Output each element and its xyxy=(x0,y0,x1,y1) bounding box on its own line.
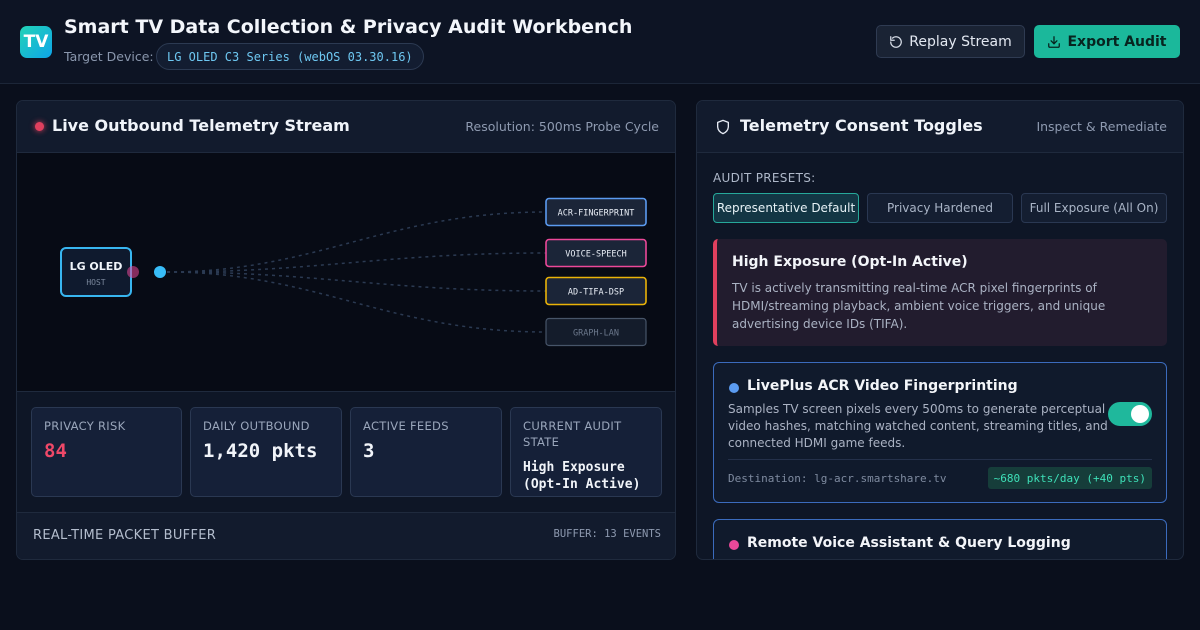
feed-node[interactable]: GRAPH-LAN xyxy=(545,317,647,347)
acr-toggle-switch[interactable] xyxy=(1108,402,1152,426)
host-node[interactable]: LG OLED HOST xyxy=(60,247,132,297)
packet-buffer-title: REAL-TIME PACKET BUFFER xyxy=(33,528,217,543)
alert-title: High Exposure (Opt-In Active) xyxy=(732,254,968,270)
stat-daily-outbound: DAILY OUTBOUND 1,420 pkts xyxy=(190,407,342,497)
toggle-divider xyxy=(728,459,1152,460)
audit-state-value: High Exposure (Opt-In Active) xyxy=(523,460,641,492)
toggle-card-voice: Remote Voice Assistant & Query Logging xyxy=(713,519,1167,559)
preset-representative-default[interactable]: Representative Default xyxy=(713,193,859,223)
toggle-title: Remote Voice Assistant & Query Logging xyxy=(747,535,1071,551)
stat-active-feeds: ACTIVE FEEDS 3 xyxy=(350,407,502,497)
host-node-label: LG OLED xyxy=(70,260,123,273)
target-device-label: Target Device: xyxy=(64,49,154,64)
feed-nodes: ACR-FINGERPRINT VOICE-SPEECH AD-TIFA-DSP GR… xyxy=(545,197,647,347)
flow-link xyxy=(166,211,547,273)
toggle-card-acr: LivePlus ACR Video Fingerprinting Sample… xyxy=(713,362,1167,503)
feed-node[interactable]: VOICE-SPEECH xyxy=(545,238,647,268)
preset-full-exposure[interactable]: Full Exposure (All On) xyxy=(1021,193,1167,223)
voice-status-dot xyxy=(729,540,739,550)
app-title: Smart TV Data Collection & Privacy Audit… xyxy=(64,16,633,38)
feed-node-label: GRAPH-LAN xyxy=(573,329,619,339)
export-audit-label: Export Audit xyxy=(1067,33,1167,50)
stat-audit-state: CURRENT AUDIT STATE High Exposure (Opt-I… xyxy=(510,407,662,497)
download-icon xyxy=(1048,35,1061,48)
consent-panel-title: Telemetry Consent Toggles xyxy=(740,116,983,135)
flow-graph-svg: LG OLED HOST ACR-FINGERPRINT VOICE-SPEECH… xyxy=(60,197,647,347)
flow-links xyxy=(166,211,547,333)
replay-icon xyxy=(890,35,903,48)
live-indicator-dot xyxy=(35,122,44,131)
stream-panel-header: Live Outbound Telemetry Stream Resolutio… xyxy=(17,101,675,153)
replay-stream-label: Replay Stream xyxy=(909,33,1012,50)
toggle-destination: Destination: lg-acr.smartshare.tv xyxy=(728,472,947,485)
replay-stream-button[interactable]: Replay Stream xyxy=(876,25,1025,58)
consent-panel-meta: Inspect & Remediate xyxy=(1036,119,1167,134)
flow-link xyxy=(166,271,547,333)
consent-toggles-panel: Telemetry Consent Toggles Inspect & Reme… xyxy=(696,100,1184,560)
stat-privacy-risk: PRIVACY RISK 84 xyxy=(31,407,182,497)
shield-icon xyxy=(717,119,729,135)
feed-node[interactable]: AD-TIFA-DSP xyxy=(545,276,647,306)
stat-label: ACTIVE FEEDS xyxy=(363,419,449,433)
stat-label: CURRENT AUDIT STATE xyxy=(523,419,622,449)
export-audit-button[interactable]: Export Audit xyxy=(1034,25,1180,58)
active-feeds-value: 3 xyxy=(363,440,375,462)
target-device-chip[interactable]: LG OLED C3 Series (webOS 03.30.16) xyxy=(156,43,424,70)
packet-buffer-header: REAL-TIME PACKET BUFFER BUFFER: 13 EVENT… xyxy=(17,512,675,559)
toggle-title: LivePlus ACR Video Fingerprinting xyxy=(747,378,1018,394)
consent-panel-header: Telemetry Consent Toggles Inspect & Reme… xyxy=(697,101,1183,153)
stat-label: DAILY OUTBOUND xyxy=(203,419,310,433)
pulse-blue xyxy=(154,266,166,278)
alert-text: TV is actively transmitting real-time AC… xyxy=(732,281,1106,331)
stream-panel-title: Live Outbound Telemetry Stream xyxy=(52,116,350,135)
app-logo: TV xyxy=(20,26,52,58)
toggle-knob xyxy=(1131,405,1149,423)
probe-resolution: Resolution: 500ms Probe Cycle xyxy=(465,119,659,134)
toggle-rate-pill: ~680 pkts/day (+40 pts) xyxy=(987,467,1152,489)
telemetry-stream-panel: Live Outbound Telemetry Stream Resolutio… xyxy=(16,100,676,560)
audit-presets-label: AUDIT PRESETS: xyxy=(713,171,816,185)
top-bar: TV Smart TV Data Collection & Privacy Au… xyxy=(0,0,1200,84)
telemetry-flow-graph: LG OLED HOST ACR-FINGERPRINT VOICE-SPEECH… xyxy=(17,153,675,392)
packet-buffer-count: BUFFER: 13 EVENTS xyxy=(553,528,661,540)
host-node-sub: HOST xyxy=(86,278,105,287)
pulse-pink xyxy=(127,266,139,278)
feed-node[interactable]: ACR-FINGERPRINT xyxy=(545,197,647,227)
preset-privacy-hardened[interactable]: Privacy Hardened xyxy=(867,193,1013,223)
toggle-description: Samples TV screen pixels every 500ms to … xyxy=(728,402,1108,450)
feed-node-label: VOICE-SPEECH xyxy=(565,250,626,260)
stat-label: PRIVACY RISK xyxy=(44,419,126,433)
exposure-alert: High Exposure (Opt-In Active) TV is acti… xyxy=(713,239,1167,346)
privacy-risk-value: 84 xyxy=(44,440,67,462)
acr-status-dot xyxy=(729,383,739,393)
feed-node-label: AD-TIFA-DSP xyxy=(568,288,624,298)
feed-node-label: ACR-FINGERPRINT xyxy=(558,209,635,219)
daily-outbound-value: 1,420 pkts xyxy=(203,440,318,462)
